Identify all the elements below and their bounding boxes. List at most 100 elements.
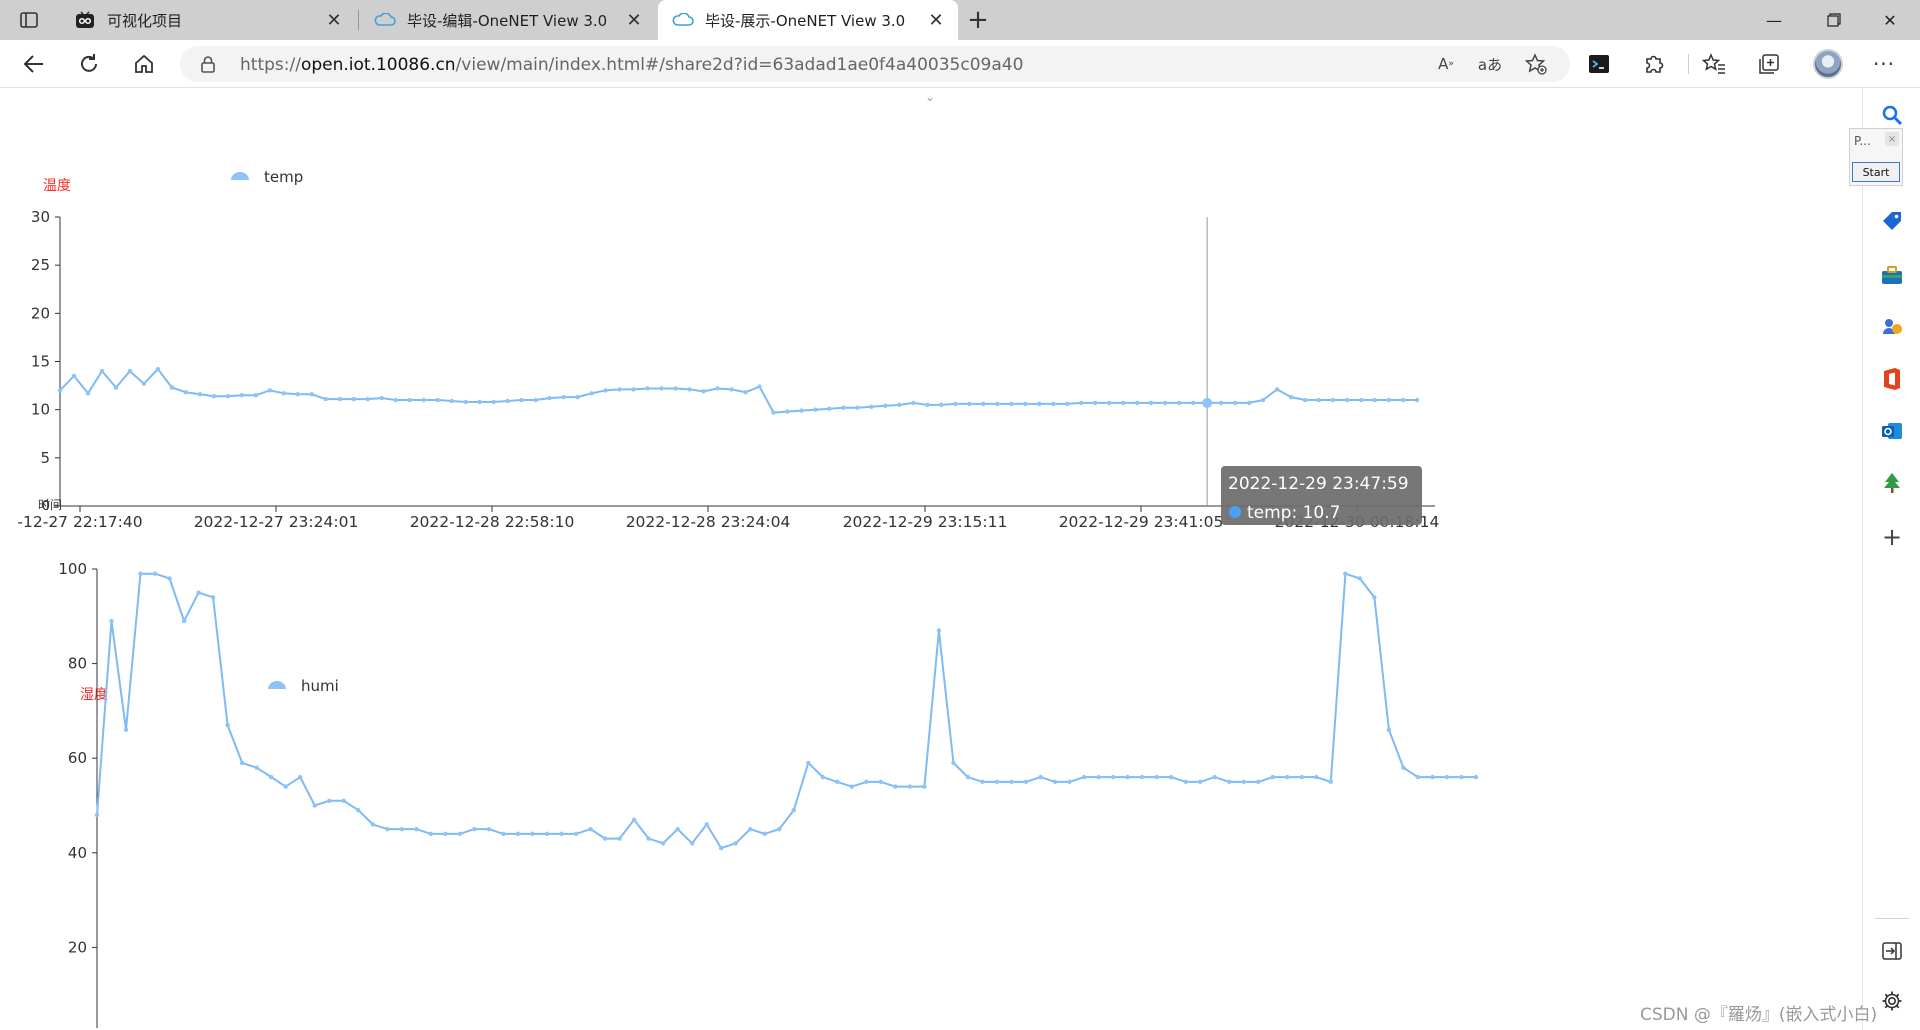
address-bar[interactable]: https://open.iot.10086.cn/view/main/inde…	[180, 46, 1570, 82]
data-point	[155, 367, 161, 372]
data-point	[617, 836, 622, 841]
add-favorite-icon[interactable]	[1523, 52, 1549, 76]
office-icon[interactable]	[1879, 366, 1905, 392]
hide-sidebar-icon[interactable]	[1879, 938, 1905, 964]
data-point	[748, 826, 753, 832]
shopping-tag-icon[interactable]	[1879, 208, 1905, 234]
legend-swatch	[268, 681, 286, 689]
data-point	[421, 397, 426, 403]
data-point	[486, 826, 492, 832]
add-icon[interactable]: +	[1879, 523, 1905, 551]
data-point	[925, 402, 930, 408]
favorites-list-icon	[1702, 53, 1725, 74]
data-point	[138, 571, 143, 576]
extensions-button[interactable]	[1638, 48, 1670, 80]
close-window-button[interactable]: ✕	[1862, 0, 1918, 40]
back-button[interactable]	[18, 48, 50, 80]
data-point	[197, 392, 203, 397]
url-text[interactable]: https://open.iot.10086.cn/view/main/inde…	[240, 55, 1023, 75]
new-tab-button[interactable]: +	[964, 5, 992, 35]
data-point	[743, 390, 748, 395]
data-point	[530, 831, 535, 837]
read-aloud-icon[interactable]: A»	[1433, 52, 1459, 76]
plus-icon: +	[967, 5, 989, 35]
tab-close-icon[interactable]: ✕	[926, 10, 946, 31]
data-point	[869, 404, 874, 409]
collections-button[interactable]	[1753, 48, 1785, 80]
search-icon[interactable]	[1879, 102, 1905, 128]
data-point	[835, 779, 840, 785]
data-point	[472, 826, 477, 832]
data-point	[323, 396, 329, 402]
data-point	[1270, 774, 1275, 780]
data-point	[1415, 774, 1421, 780]
data-point	[407, 397, 412, 403]
data-point	[477, 399, 482, 405]
data-point	[1009, 779, 1014, 785]
data-point	[1065, 401, 1070, 407]
y-tick-label: 5	[40, 449, 50, 467]
data-point	[463, 399, 468, 405]
data-point	[1052, 779, 1058, 785]
humidity-chart: 湿度humi204060801000时间-12-27 22:17:402022-…	[58, 560, 1479, 1028]
reload-button[interactable]	[73, 48, 105, 80]
data-point	[519, 397, 524, 403]
profile-avatar[interactable]	[1813, 49, 1843, 79]
tab-visual-project[interactable]: 可视化项目 ✕	[60, 0, 356, 40]
tab-title: 毕设-编辑-OneNET View 3.0	[407, 11, 608, 30]
translate-icon[interactable]: aあ	[1477, 52, 1503, 76]
tab-separator	[358, 10, 359, 30]
restore-button[interactable]	[1806, 0, 1862, 40]
outlook-icon[interactable]	[1879, 418, 1905, 444]
tab-onenet-show[interactable]: 毕设-展示-OneNET View 3.0 ✕	[658, 0, 958, 40]
data-point	[951, 760, 956, 766]
data-point	[981, 401, 986, 407]
data-point	[673, 386, 678, 391]
tab-onenet-edit[interactable]: 毕设-编辑-OneNET View 3.0 ✕	[360, 0, 656, 40]
data-point	[841, 405, 846, 410]
tab-close-icon[interactable]: ✕	[324, 10, 344, 31]
data-point	[99, 368, 105, 374]
data-point	[704, 822, 709, 827]
y-tick-label: 60	[68, 749, 87, 767]
data-point	[169, 385, 175, 390]
settings-menu-button[interactable]: ···	[1868, 48, 1900, 80]
highlighted-point	[1202, 397, 1213, 408]
data-point	[505, 398, 510, 404]
data-point	[849, 784, 855, 789]
tab-actions-button[interactable]	[14, 8, 44, 32]
data-point	[515, 831, 521, 837]
data-point	[645, 386, 650, 391]
data-point	[1148, 400, 1154, 406]
tab-close-icon[interactable]: ✕	[624, 10, 644, 31]
legend-swatch	[231, 172, 249, 180]
collections-icon	[1759, 54, 1779, 74]
home-button[interactable]	[128, 48, 160, 80]
data-point	[1444, 774, 1450, 780]
data-point	[1400, 397, 1406, 403]
gear-icon[interactable]	[1879, 988, 1905, 1014]
data-point	[689, 841, 695, 846]
data-point	[428, 831, 434, 837]
data-point	[1473, 774, 1479, 780]
close-icon[interactable]: ×	[1885, 132, 1899, 146]
data-point	[544, 831, 550, 837]
data-point	[94, 812, 100, 818]
data-point	[757, 384, 762, 389]
favorites-button[interactable]	[1698, 48, 1730, 80]
data-point	[771, 410, 776, 415]
start-button[interactable]: Start	[1852, 162, 1900, 182]
tree-icon[interactable]	[1879, 470, 1905, 496]
close-icon: ✕	[1883, 10, 1897, 30]
tools-icon[interactable]	[1879, 262, 1905, 288]
data-point	[1125, 774, 1130, 780]
data-point	[907, 784, 913, 789]
extension-terminal-button[interactable]	[1583, 48, 1615, 80]
tab-title: 可视化项目	[107, 11, 183, 30]
data-point	[980, 779, 985, 785]
y-tick-label: 15	[31, 353, 50, 371]
data-point	[109, 618, 114, 624]
data-point	[1328, 779, 1334, 785]
minimize-button[interactable]: —	[1746, 0, 1802, 40]
games-icon[interactable]	[1879, 314, 1905, 340]
